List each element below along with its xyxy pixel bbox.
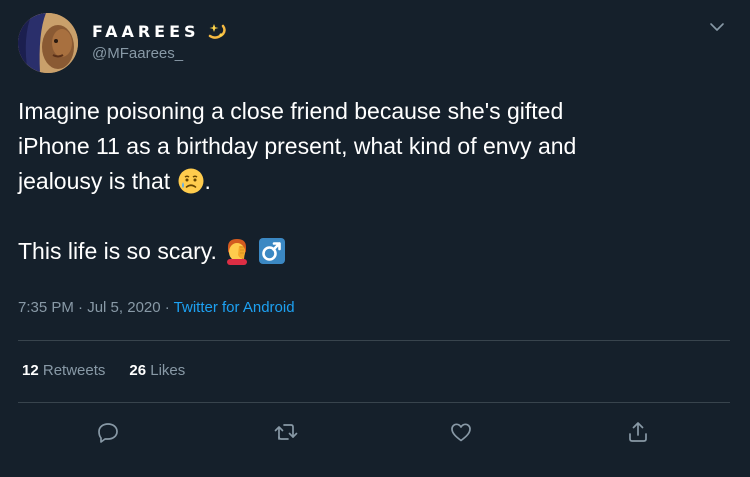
- likes-count: 26: [129, 362, 147, 379]
- tweet-time[interactable]: 7:35 PM: [18, 299, 74, 316]
- sad-relieved-face-emoji-icon: [177, 167, 205, 195]
- retweets-label: Retweets: [42, 362, 106, 379]
- share-button[interactable]: [623, 419, 653, 449]
- tweet-date[interactable]: Jul 5, 2020: [87, 299, 160, 316]
- divider: [18, 402, 730, 403]
- meta-separator: ·: [160, 299, 174, 316]
- facepalm-emoji-icon: [223, 237, 251, 265]
- tweet-stats: 12 Retweets 26 Likes: [22, 362, 185, 379]
- likes-label: Likes: [150, 362, 186, 379]
- male-sign-emoji-icon: [258, 237, 286, 265]
- chevron-down-icon[interactable]: [708, 18, 726, 36]
- author-display-name[interactable]: FAAREES: [92, 22, 200, 41]
- tweet-line: This life is so scary.: [18, 234, 733, 269]
- tweet-line: Imagine poisoning a close friend because…: [18, 98, 564, 124]
- tweet-actions: [0, 419, 750, 449]
- reply-icon: [96, 420, 120, 449]
- tweet-card: FAAREES @MFaarees_ Imagine poisoning a c…: [0, 0, 750, 477]
- divider: [18, 340, 730, 341]
- reply-button[interactable]: [93, 419, 123, 449]
- tweet-line-text: This life is so scary.: [18, 238, 224, 264]
- tweet-line-text: jealousy is that: [18, 168, 177, 194]
- sparkle-emoji-icon: [206, 20, 228, 42]
- avatar[interactable]: [18, 13, 78, 73]
- retweets-count: 12: [22, 362, 39, 379]
- likes-stat[interactable]: 26 Likes: [129, 362, 185, 379]
- retweet-icon: [273, 420, 299, 449]
- tweet-line: iPhone 11 as a birthday present, what ki…: [18, 133, 577, 159]
- share-icon: [626, 420, 650, 449]
- retweet-button[interactable]: [271, 419, 301, 449]
- meta-separator: ·: [73, 299, 88, 316]
- author-handle[interactable]: @MFaarees_: [92, 45, 183, 62]
- like-icon: [449, 420, 473, 449]
- author-name-row[interactable]: FAAREES: [92, 20, 228, 42]
- retweets-stat[interactable]: 12 Retweets: [22, 362, 105, 379]
- tweet-line: jealousy is that .: [18, 164, 733, 199]
- tweet-meta: 7:35 PM · Jul 5, 2020 · Twitter for Andr…: [18, 299, 295, 316]
- like-button[interactable]: [446, 419, 476, 449]
- tweet-text: Imagine poisoning a close friend because…: [18, 94, 733, 269]
- tweet-source-link[interactable]: Twitter for Android: [174, 299, 295, 316]
- tweet-line-text: .: [204, 168, 211, 194]
